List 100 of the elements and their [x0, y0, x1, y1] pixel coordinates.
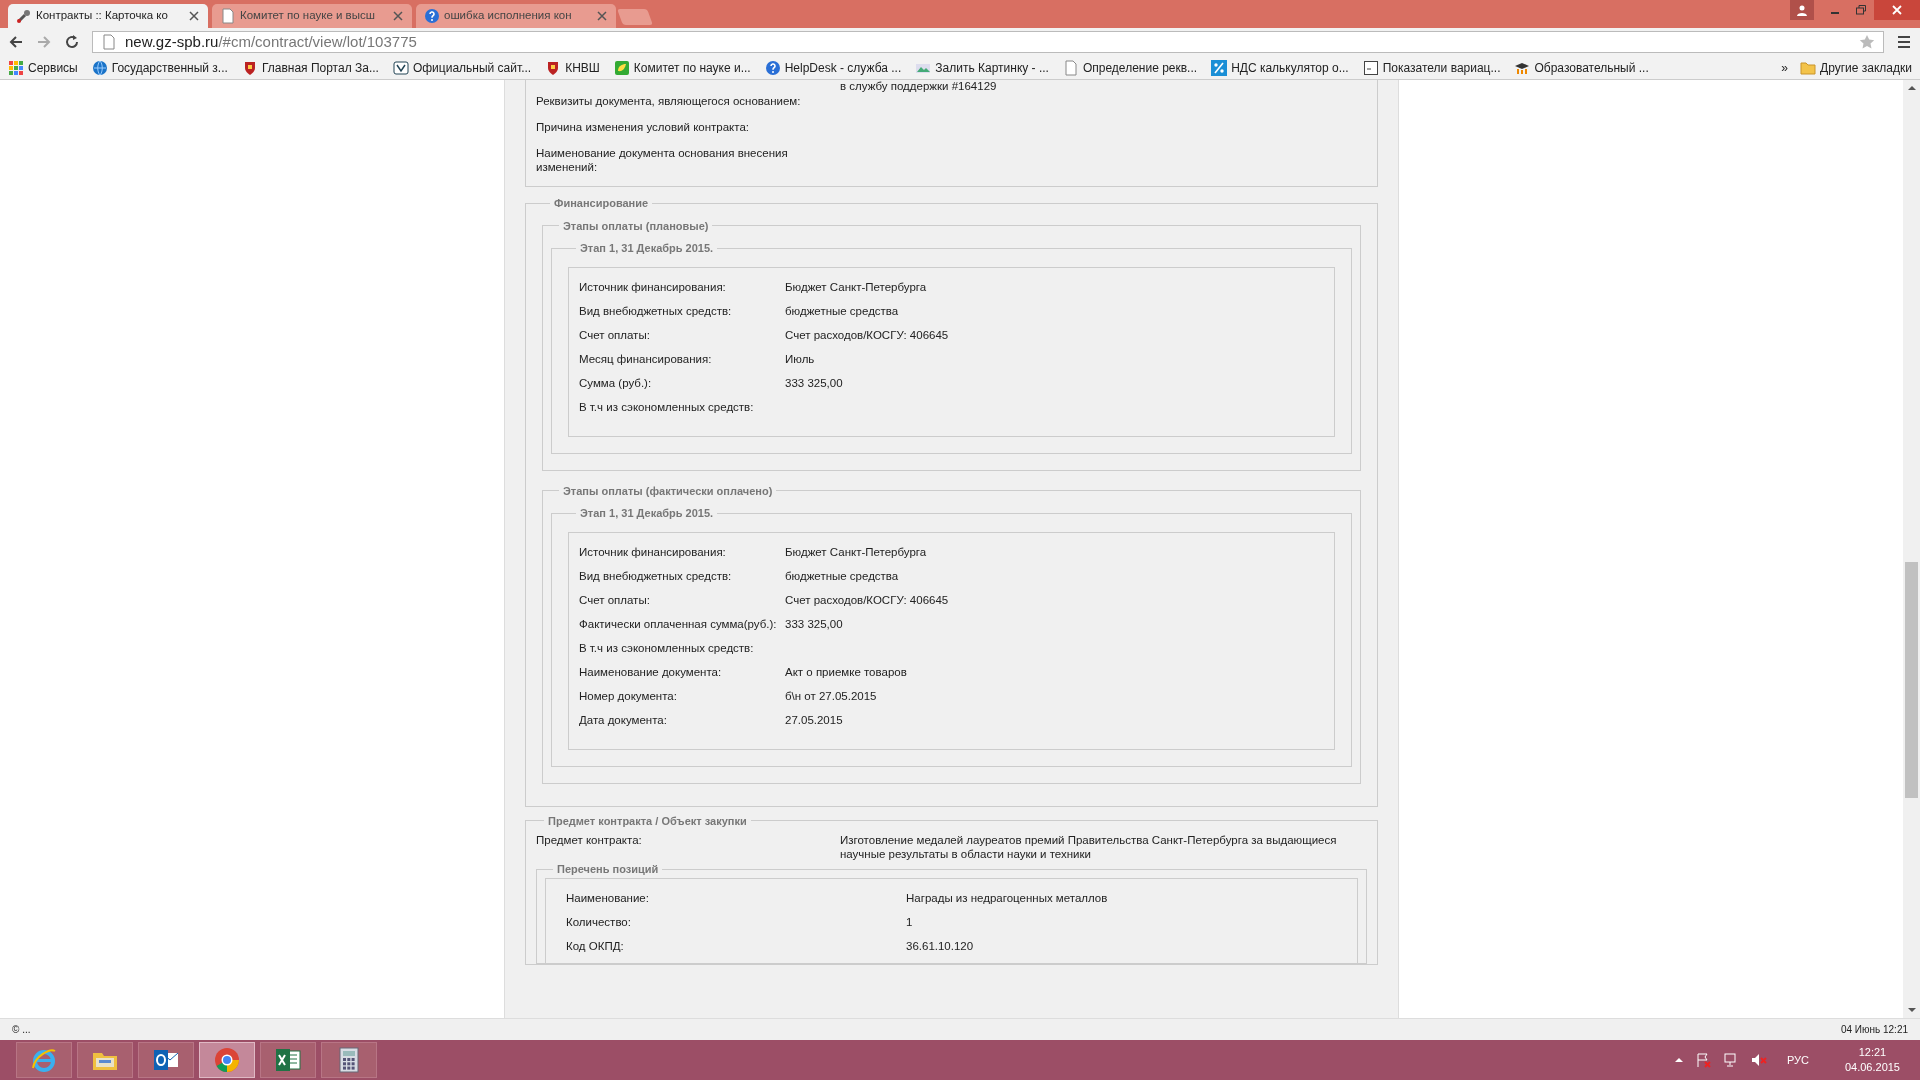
user-icon[interactable] — [1790, 0, 1814, 20]
section-legend: Этапы оплаты (фактически оплачено) — [559, 482, 777, 499]
emblem-icon — [392, 59, 409, 76]
help-icon — [764, 59, 781, 76]
tab-title: Контракты :: Карточка ко — [36, 8, 169, 24]
field-label: Дата документа: — [579, 712, 668, 727]
reload-icon[interactable] — [64, 34, 80, 50]
field-label: Сумма (руб.): — [579, 375, 653, 390]
muted-speaker-icon[interactable] — [1750, 1052, 1767, 1068]
apps-grid-icon — [8, 59, 24, 76]
address-field[interactable]: new.gz-spb.ru/#cm/contract/view/lot/103775 — [92, 31, 1884, 53]
field-label: Наименование документа: — [579, 664, 723, 679]
menu-icon[interactable] — [1896, 34, 1912, 50]
field-value: Счет расходов/КОСГУ: 406645 — [785, 327, 950, 342]
field-label: Код ОКПД: — [566, 938, 625, 953]
field-value: 36.61.10.120 — [906, 938, 975, 953]
field-label: Вид внебюджетных средств: — [579, 303, 733, 318]
scroll-down-arrow-icon[interactable] — [1907, 1006, 1916, 1014]
field-label: Реквизиты документа, являющегося основанием: — [536, 94, 802, 108]
bookmark-item[interactable]: Сервисы — [8, 58, 78, 77]
forward-arrow-icon[interactable] — [36, 34, 52, 50]
section-legend: Перечень позиций — [553, 861, 663, 878]
more-bookmarks-button[interactable]: » — [1769, 58, 1801, 77]
network-icon[interactable] — [1722, 1052, 1739, 1068]
field-label: Номер документа: — [579, 688, 678, 703]
field-value: бюджетные средства — [785, 568, 900, 583]
taskbar-app-button[interactable] — [77, 1042, 133, 1078]
browser-tab[interactable]: ошибка исполнения кон — [416, 4, 616, 28]
status-text: © ... — [12, 1023, 31, 1037]
field-value: 27.05.2015 — [785, 712, 844, 727]
spreadsheet-app-icon — [274, 1046, 302, 1074]
browser-tab[interactable]: Контракты :: Карточка ко — [8, 4, 208, 28]
back-arrow-icon[interactable] — [8, 34, 24, 50]
section-legend: Этап 1, 31 Декабрь 2015. — [576, 505, 718, 522]
field-value: 333 325,00 — [785, 375, 844, 390]
bookmark-item[interactable]: Комитет по науке и... — [613, 58, 751, 77]
bookmark-item[interactable]: Официальный сайт... — [392, 58, 532, 77]
field-value: 1 — [906, 914, 914, 929]
tab-title: Комитет по науке и высш — [240, 8, 376, 24]
percent-icon — [1211, 59, 1228, 76]
bookmark-item[interactable]: Показатели вариац... — [1362, 58, 1501, 77]
field-value: в службу поддержки #164129 — [840, 80, 997, 92]
star-icon[interactable] — [1859, 34, 1875, 50]
page-icon — [1062, 59, 1079, 76]
field-value: бюджетные средства — [785, 303, 900, 318]
section-legend: Финансирование — [550, 195, 653, 212]
bookmark-item[interactable]: КНВШ — [545, 58, 600, 77]
taskbar-app-button[interactable] — [199, 1042, 255, 1078]
browser-e-icon — [30, 1046, 58, 1074]
field-label: Наименование документа основания внесения изменений: — [536, 146, 789, 174]
language-indicator[interactable]: РУС — [1786, 1051, 1809, 1069]
taskbar-app-button[interactable] — [138, 1042, 194, 1078]
section-legend: Этап 1, 31 Декабрь 2015. — [576, 240, 718, 257]
close-tab-icon[interactable] — [392, 10, 404, 22]
tray-expand-icon[interactable] — [1674, 1056, 1683, 1064]
field-label: Наименование: — [566, 890, 650, 905]
close-tab-icon[interactable] — [188, 10, 200, 22]
bookmark-item[interactable]: HelpDesk - служба ... — [764, 58, 902, 77]
close-icon[interactable] — [1874, 0, 1920, 20]
field-label: Причина изменения условий контракта: — [536, 120, 750, 134]
blank-page-icon — [1362, 59, 1379, 76]
scrollbar-thumb[interactable] — [1905, 562, 1918, 798]
tray-clock[interactable]: 12:21 04.06.2015 — [1836, 1045, 1908, 1075]
scrollbar[interactable] — [1903, 80, 1920, 1018]
flag-icon[interactable] — [1694, 1052, 1711, 1068]
bookmark-item[interactable]: Образовательный ... — [1514, 58, 1649, 77]
field-label: В т.ч из сэкономленных средств: — [579, 399, 755, 414]
field-label: Счет оплаты: — [579, 327, 651, 342]
bookmark-item[interactable]: Определение рекв... — [1062, 58, 1198, 77]
field-label: Количество: — [566, 914, 632, 929]
field-value: Награды из недрагоценных металлов — [906, 890, 1109, 905]
scroll-up-arrow-icon[interactable] — [1907, 84, 1916, 92]
bookmark-item[interactable]: НДС калькулятор о... — [1211, 58, 1349, 77]
field-value: Акт о приемке товаров — [785, 664, 908, 679]
section-legend: Этапы оплаты (плановые) — [559, 217, 713, 234]
folder-icon — [1800, 59, 1817, 76]
chrome-ball-icon — [213, 1046, 241, 1074]
bookmark-item[interactable]: Залить Картинку - ... — [915, 58, 1049, 77]
bookmark-item[interactable]: Государственный з... — [91, 58, 228, 77]
close-tab-icon[interactable] — [596, 10, 608, 22]
globe-icon — [91, 59, 108, 76]
url-text: new.gz-spb.ru/#cm/contract/view/lot/103775 — [125, 31, 418, 52]
taskbar-app-button[interactable] — [260, 1042, 316, 1078]
field-value: Бюджет Санкт-Петербурга — [785, 279, 928, 294]
bookmark-item[interactable]: Главная Портал За... — [241, 58, 379, 77]
field-value: б\н от 27.05.2015 — [785, 688, 878, 703]
field-value: Бюджет Санкт-Петербурга — [785, 544, 928, 559]
other-bookmarks-folder[interactable]: Другие закладки — [1800, 58, 1912, 77]
leaf-icon — [613, 59, 630, 76]
taskbar-app-button[interactable] — [321, 1042, 377, 1078]
field-value: Изготовление медалей лауреатов премий Правительства Санкт-Петербурга за выдающиеся научные результаты в области науки и техники — [840, 833, 1338, 861]
tab-title: ошибка исполнения кон — [444, 8, 573, 24]
field-value: 333 325,00 — [785, 616, 844, 631]
field-label: Фактически оплаченная сумма(руб.): — [579, 616, 778, 631]
field-value: Счет расходов/КОСГУ: 406645 — [785, 592, 950, 607]
field-label: Источник финансирования: — [579, 279, 727, 294]
field-label: Счет оплаты: — [579, 592, 651, 607]
browser-tab[interactable]: Комитет по науке и высш — [212, 4, 412, 28]
status-date: 04 Июнь 12:21 — [1840, 1023, 1908, 1037]
section-legend: Предмет контракта / Объект закупки — [544, 812, 751, 829]
